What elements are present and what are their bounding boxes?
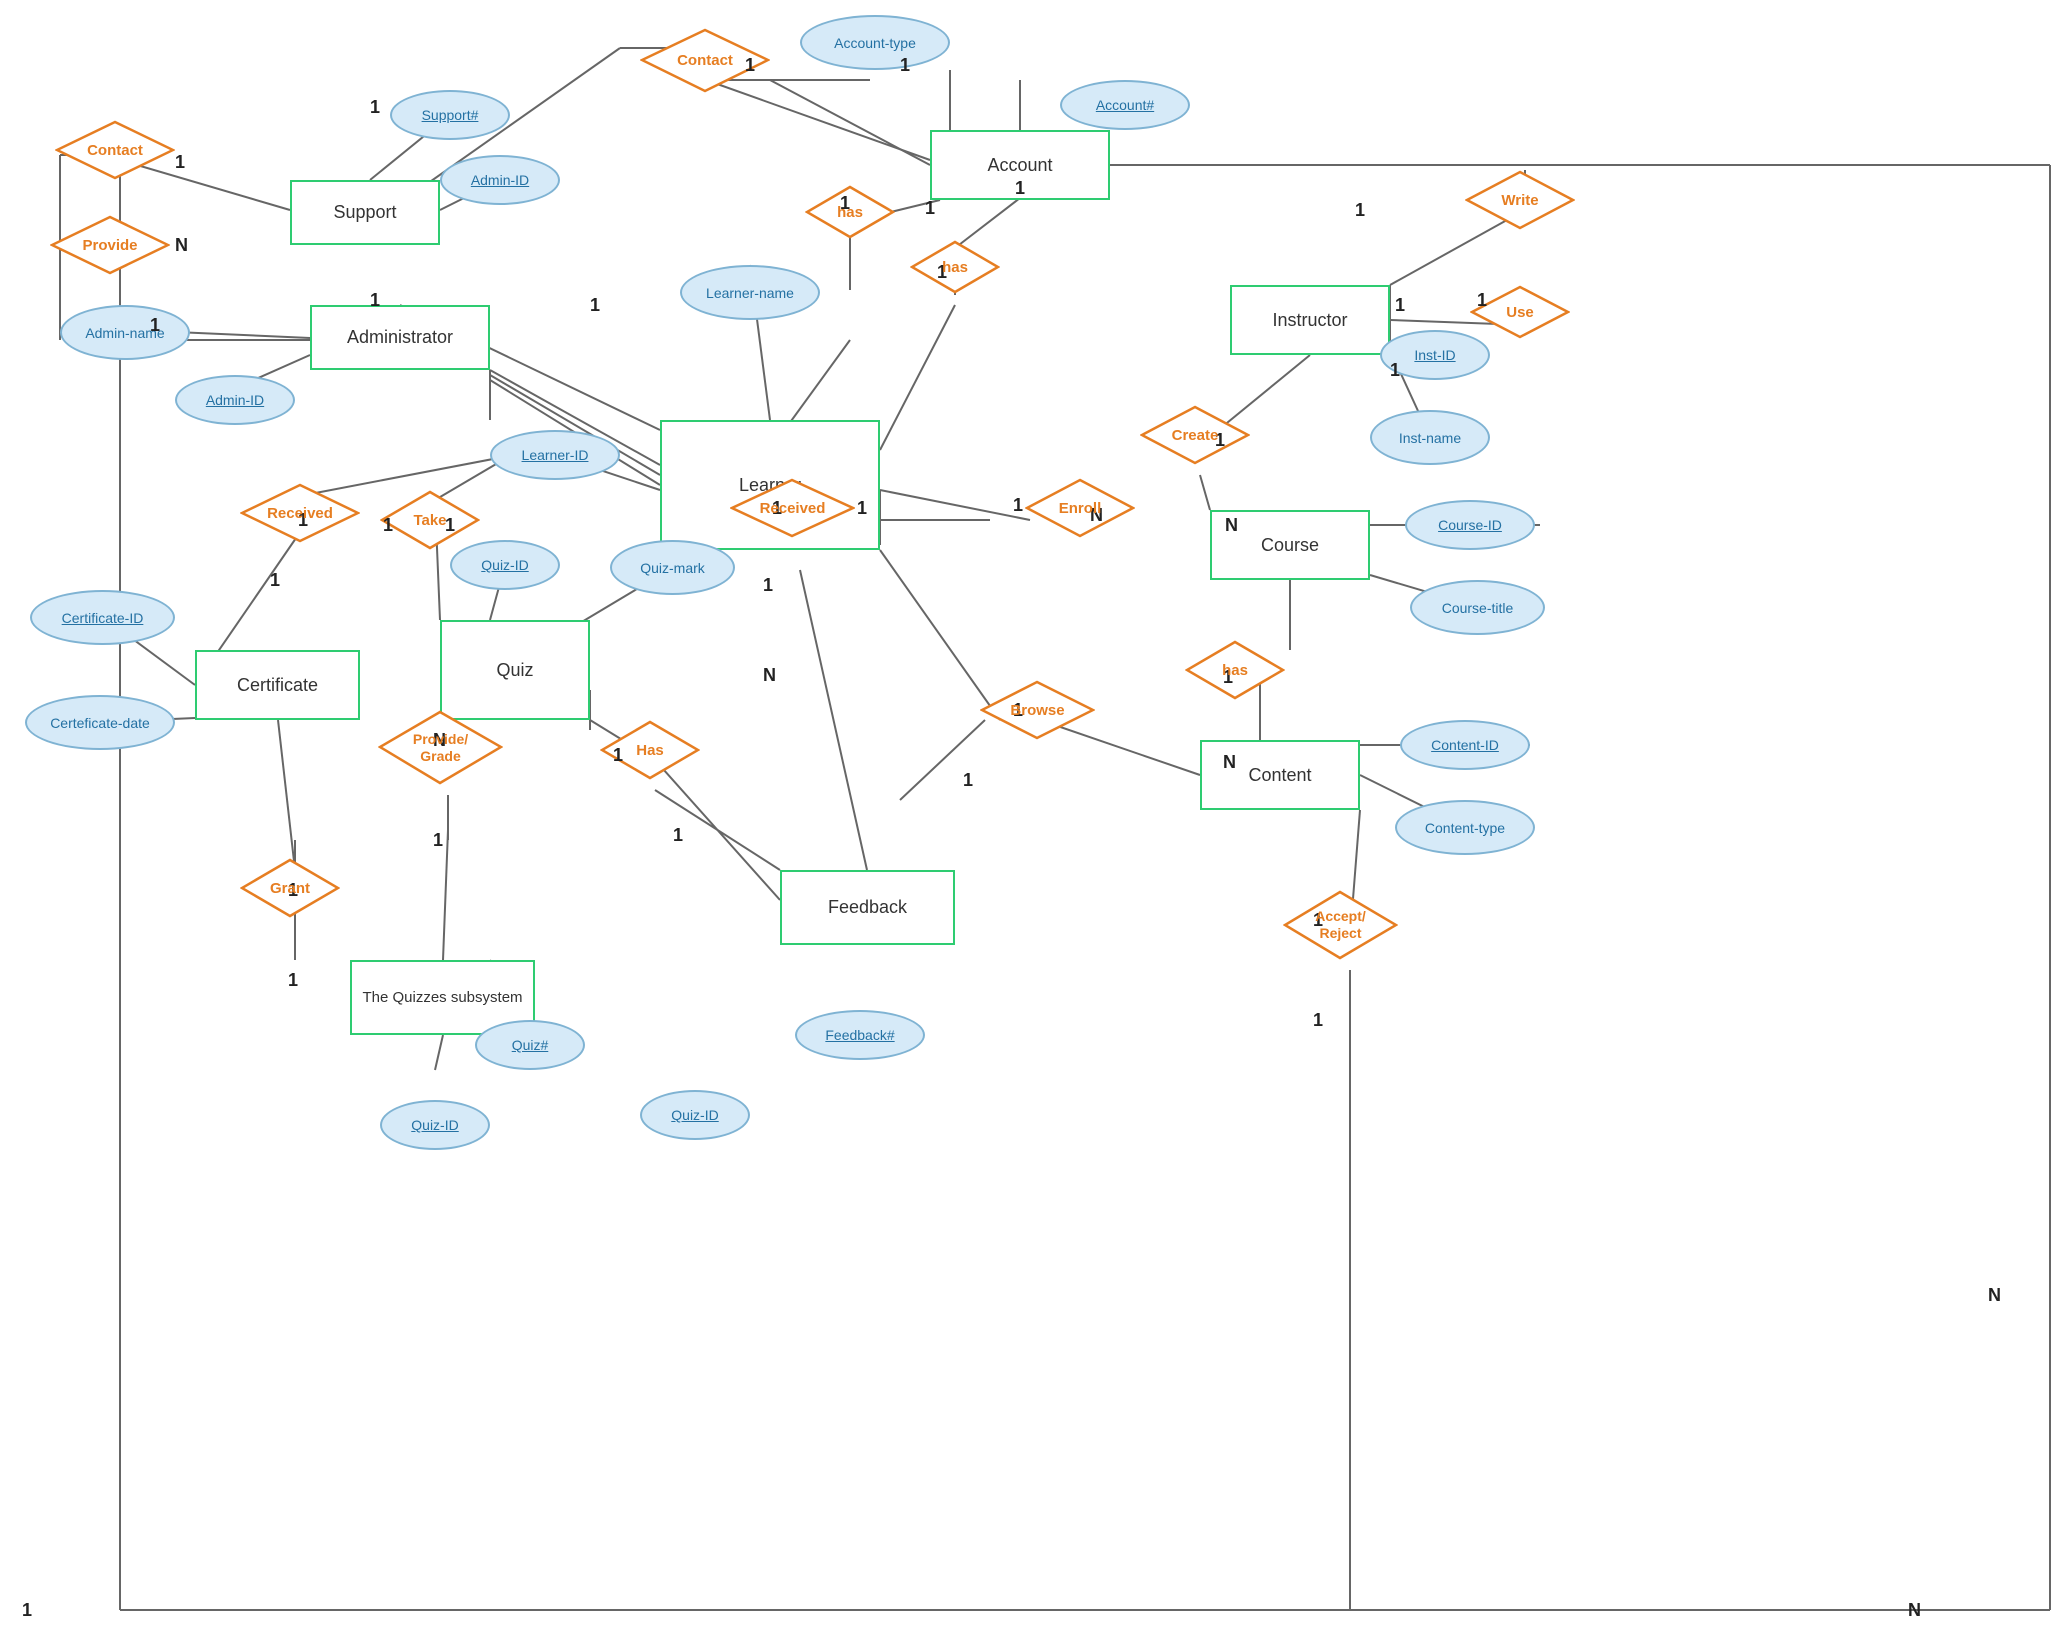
- attr-quiz-id-sub: Quiz-ID: [380, 1100, 490, 1150]
- attr-learner-id: Learner-ID: [490, 430, 620, 480]
- card-34: 1: [433, 830, 443, 851]
- card-15: 1: [1477, 290, 1487, 311]
- card-40: 1: [1313, 1010, 1323, 1031]
- rel-write: Write: [1465, 170, 1575, 230]
- entity-certificate: Certificate: [195, 650, 360, 720]
- rel-take: Take: [380, 490, 480, 550]
- attr-certificate-id: Certificate-ID: [30, 590, 175, 645]
- rel-contact-left: Contact: [55, 120, 175, 180]
- card-n2: N: [1908, 1600, 1921, 1621]
- attr-admin-name: Admin-name: [60, 305, 190, 360]
- card-10: 1: [925, 198, 935, 219]
- attr-support-hash: Support#: [390, 90, 510, 140]
- attr-admin-id-support: Admin-ID: [440, 155, 560, 205]
- entity-administrator: Administrator: [310, 305, 490, 370]
- card-8: 1: [590, 295, 600, 316]
- card-26: 1: [857, 498, 867, 519]
- rel-received-right: Received: [730, 478, 855, 538]
- card-14: 1: [1395, 295, 1405, 316]
- card-4: 1: [175, 152, 185, 173]
- attr-content-id: Content-ID: [1400, 720, 1530, 770]
- er-diagram: Account Support Administrator Learner In…: [0, 0, 2059, 1632]
- rel-enroll: Enroll: [1025, 478, 1135, 538]
- attr-quiz-hash: Quiz#: [475, 1020, 585, 1070]
- entity-content: Content: [1200, 740, 1360, 810]
- card-1: 1: [745, 55, 755, 76]
- card-6: 1: [150, 315, 160, 336]
- attr-course-title: Course-title: [1410, 580, 1545, 635]
- rel-has-course: has: [1185, 640, 1285, 700]
- card-1-bottom: 1: [22, 1600, 32, 1621]
- entity-support: Support: [290, 180, 440, 245]
- rel-provide-grade: Provide/ Grade: [378, 710, 503, 785]
- attr-admin-id: Admin-ID: [175, 375, 295, 425]
- rel-grant: Grant: [240, 858, 340, 918]
- card-22: 1: [383, 515, 393, 536]
- card-7: 1: [370, 290, 380, 311]
- attr-inst-name: Inst-name: [1370, 410, 1490, 465]
- entity-feedback: Feedback: [780, 870, 955, 945]
- card-27: 1: [763, 575, 773, 596]
- attr-quiz-mark: Quiz-mark: [610, 540, 735, 595]
- card-16: 1: [1390, 360, 1400, 381]
- card-13: 1: [1355, 200, 1365, 221]
- card-38: 1: [288, 970, 298, 991]
- card-12: 1: [1015, 178, 1025, 199]
- attr-course-id: Course-ID: [1405, 500, 1535, 550]
- attr-account-hash: Account#: [1060, 80, 1190, 130]
- card-32: 1: [963, 770, 973, 791]
- attr-account-type: Account-type: [800, 15, 950, 70]
- card-28: N: [763, 665, 776, 686]
- rel-create: Create: [1140, 405, 1250, 465]
- card-3: 1: [370, 97, 380, 118]
- rel-received-left: Received: [240, 483, 360, 543]
- rel-accept-reject: Accept/ Reject: [1283, 890, 1398, 960]
- card-18: N: [1225, 515, 1238, 536]
- attr-quiz-id-sub2: Quiz-ID: [640, 1090, 750, 1140]
- rel-provide: Provide: [50, 215, 170, 275]
- attr-learner-name: Learner-name: [680, 265, 820, 320]
- entity-instructor: Instructor: [1230, 285, 1390, 355]
- card-2: 1: [900, 55, 910, 76]
- card-35: 1: [613, 745, 623, 766]
- card-36: 1: [673, 825, 683, 846]
- card-5: N: [175, 235, 188, 256]
- card-30: N: [1223, 752, 1236, 773]
- card-24: 1: [270, 570, 280, 591]
- rel-has2: has: [910, 240, 1000, 295]
- rel-browse: Browse: [980, 680, 1095, 740]
- entity-quiz: Quiz: [440, 620, 590, 720]
- card-n1: N: [1988, 1285, 2001, 1306]
- card-20: 1: [1013, 495, 1023, 516]
- attr-certificate-date: Certeficate-date: [25, 695, 175, 750]
- attr-feedback-hash: Feedback#: [795, 1010, 925, 1060]
- attr-content-type: Content-type: [1395, 800, 1535, 855]
